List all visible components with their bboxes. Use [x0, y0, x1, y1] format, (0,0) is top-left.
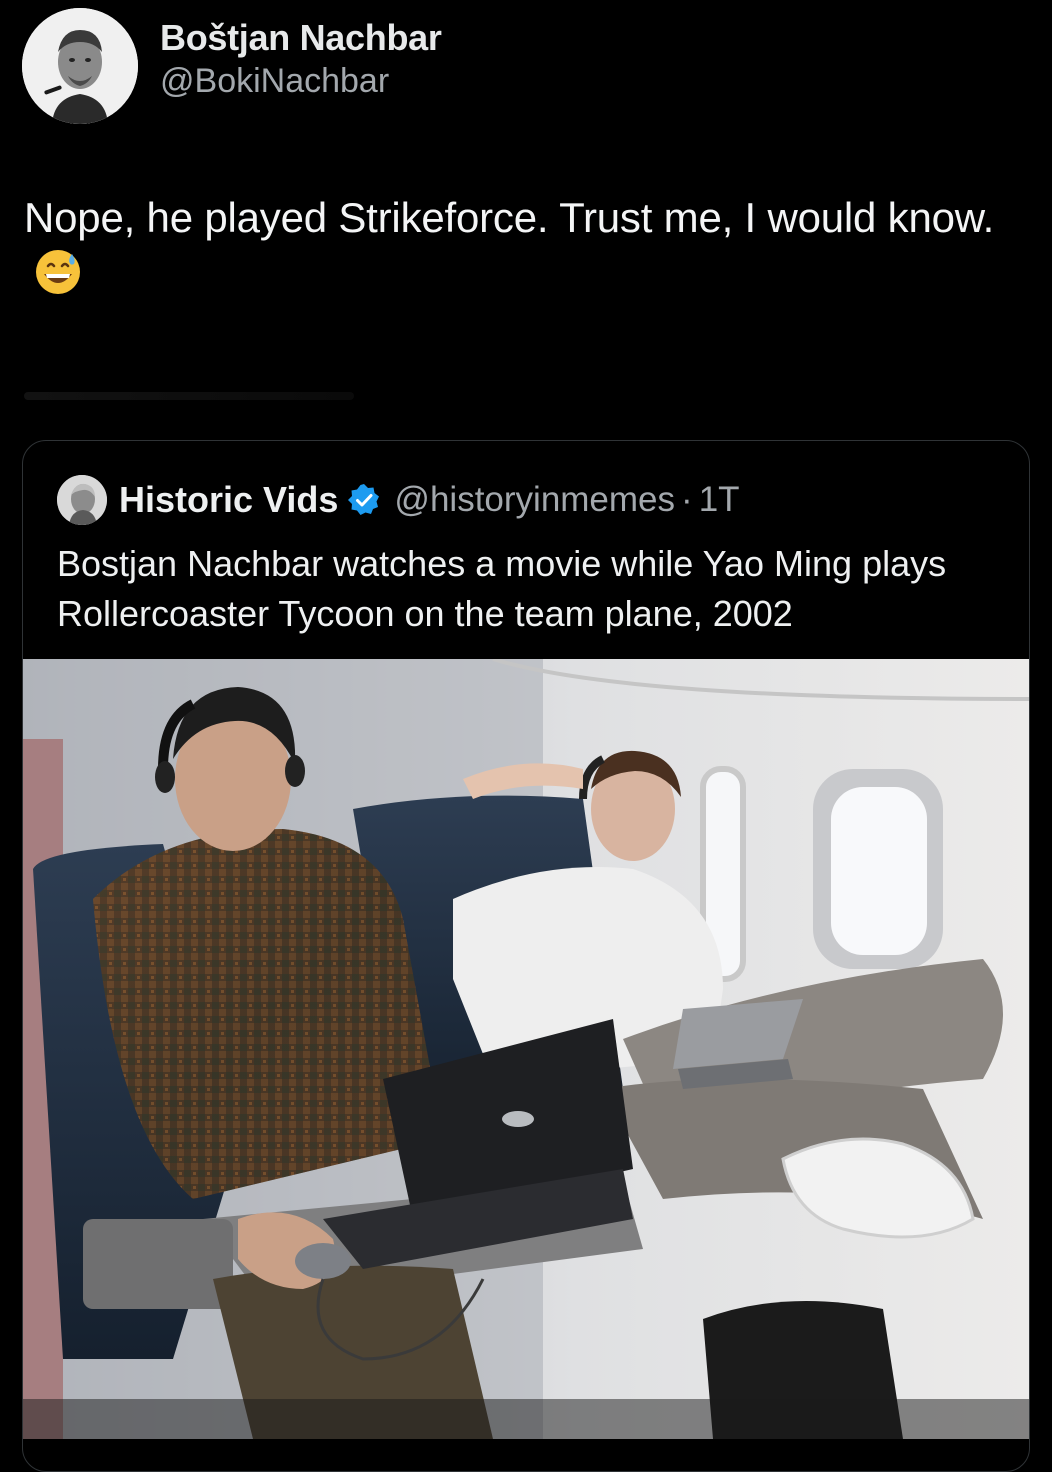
author-name[interactable]: Boštjan Nachbar — [160, 16, 442, 60]
post-header: Boštjan Nachbar @BokiNachbar — [22, 8, 442, 124]
author-handle[interactable]: @BokiNachbar — [160, 60, 442, 102]
quoted-author-name[interactable]: Historic Vids — [119, 479, 338, 521]
quoted-post-header: Historic Vids @historyinmemes · 1T — [57, 475, 740, 525]
quoted-post-text: Bostjan Nachbar watches a movie while Ya… — [57, 543, 947, 634]
post-text-content: Nope, he played Strikeforce. Trust me, I… — [24, 194, 995, 241]
author-avatar[interactable] — [22, 8, 138, 124]
post-text: Nope, he played Strikeforce. Trust me, I… — [24, 190, 1024, 310]
quoted-meta-separator: · — [681, 480, 693, 519]
quoted-post-time[interactable]: 1T — [699, 480, 740, 520]
quoted-post-card[interactable]: Historic Vids @historyinmemes · 1T Bostj… — [22, 440, 1030, 1472]
faint-timestamp-placeholder — [24, 392, 354, 400]
grinning-face-with-sweat-icon — [34, 248, 82, 310]
quoted-author-handle[interactable]: @historyinmemes — [394, 480, 675, 520]
quoted-author-avatar[interactable] — [57, 475, 107, 525]
verified-badge-icon — [346, 482, 382, 518]
quoted-post-photo[interactable] — [23, 659, 1029, 1439]
